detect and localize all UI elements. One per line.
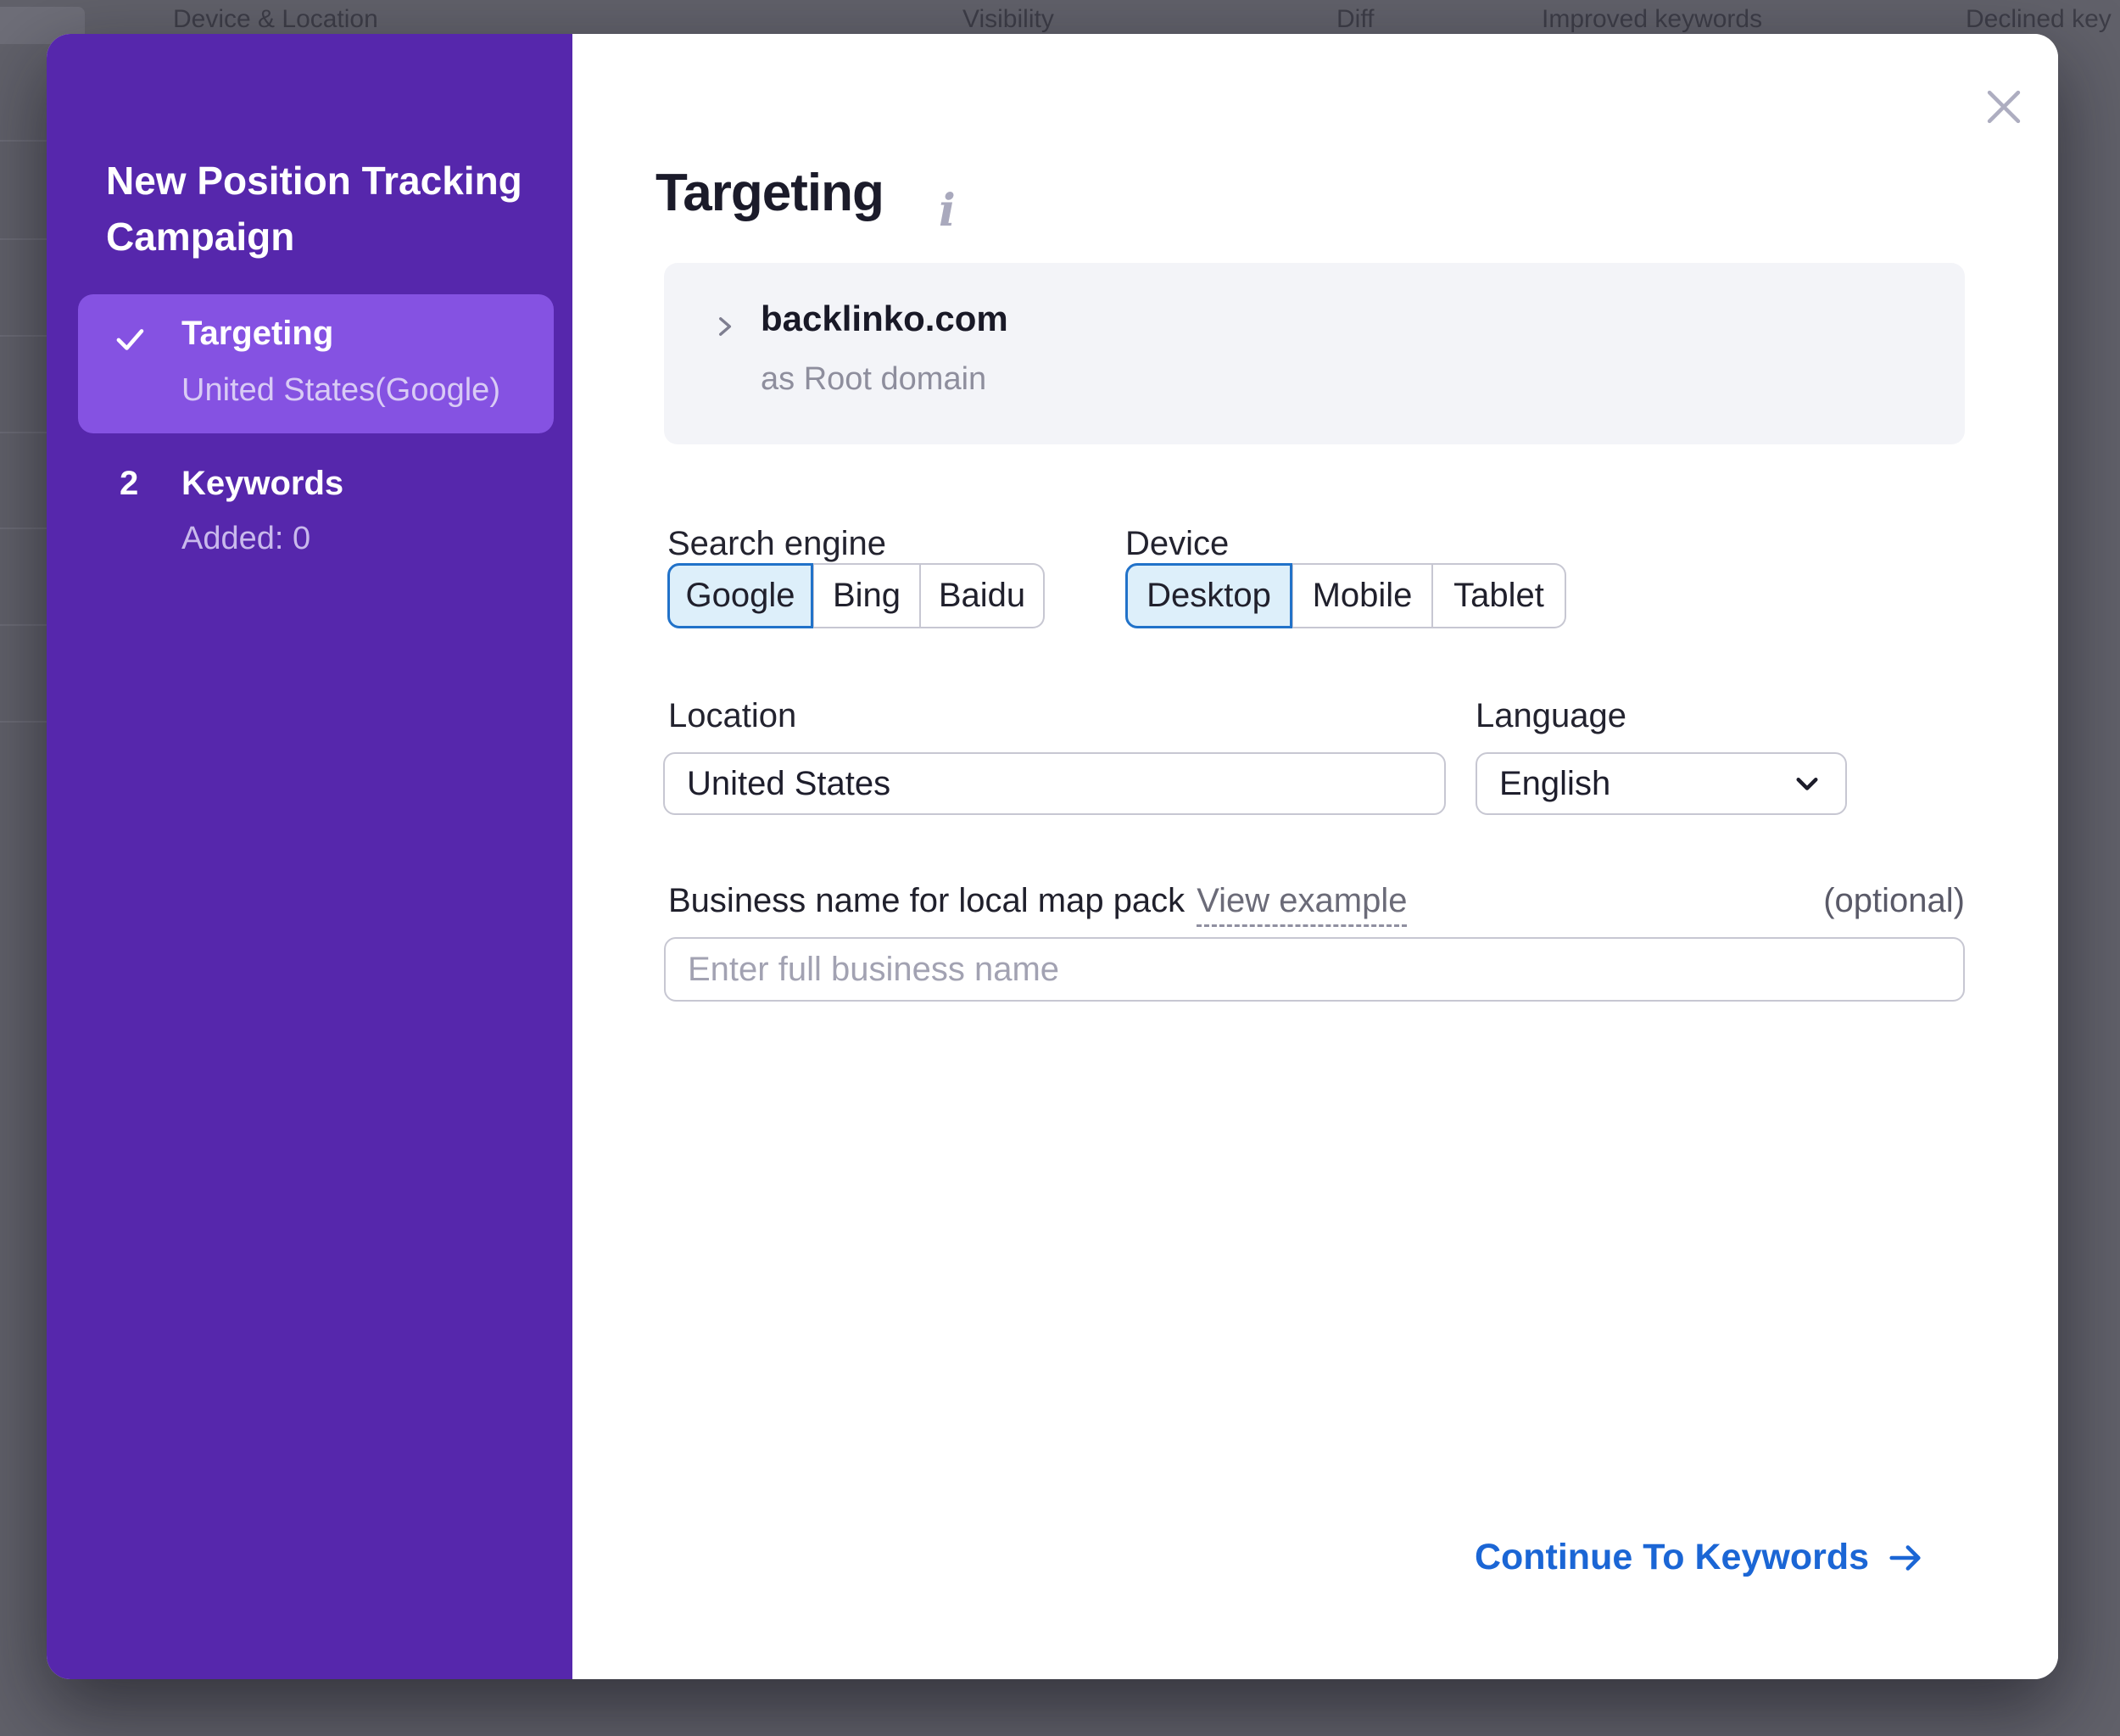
step-targeting-label: Targeting [181, 315, 334, 352]
bg-row-divider [0, 335, 47, 337]
step-keywords-label: Keywords [181, 465, 344, 502]
bg-row-divider [0, 624, 47, 626]
domain-scope: as Root domain [761, 361, 987, 397]
chevron-right-icon [719, 317, 732, 336]
search-engine-option-google[interactable]: Google [667, 563, 813, 628]
bg-row-divider [0, 432, 47, 433]
step-targeting-sublabel: United States(Google) [181, 372, 500, 408]
bg-column-declined: Declined key [1966, 5, 2112, 33]
step-keywords-number: 2 [120, 465, 139, 502]
arrow-right-icon [1889, 1544, 1921, 1571]
search-engine-segmented-control: Google Bing Baidu [667, 563, 1045, 628]
location-input[interactable] [663, 752, 1446, 815]
optional-note: (optional) [1823, 882, 1965, 919]
continue-to-keywords-button[interactable]: Continue To Keywords [1475, 1537, 1925, 1578]
bg-row-divider [0, 238, 47, 240]
search-engine-option-baidu[interactable]: Baidu [920, 563, 1045, 628]
language-label: Language [1476, 697, 1626, 734]
new-campaign-modal: New Position Tracking Campaign Targeting… [47, 34, 2058, 1679]
language-select[interactable]: English [1476, 752, 1847, 815]
search-engine-option-bing[interactable]: Bing [813, 563, 920, 628]
bg-row-divider [0, 140, 47, 142]
close-icon[interactable] [1982, 85, 2026, 129]
wizard-step-keywords[interactable]: 2 Keywords Added: 0 [78, 458, 554, 594]
device-option-tablet[interactable]: Tablet [1432, 563, 1566, 628]
bg-column-improved: Improved keywords [1542, 5, 1763, 33]
targeting-panel: Targeting i backlinko.com as Root domain… [572, 34, 2058, 1679]
bg-column-visibility: Visibility [962, 5, 1054, 33]
location-label: Location [668, 697, 797, 734]
panel-title: Targeting [656, 164, 884, 222]
device-option-desktop[interactable]: Desktop [1125, 563, 1292, 628]
language-selected-value: English [1499, 764, 1611, 802]
domain-name: backlinko.com [761, 299, 1008, 338]
business-name-label-row: Business name for local map pack View ex… [668, 882, 1965, 927]
info-icon[interactable]: i [939, 185, 956, 237]
domain-summary-box[interactable]: backlinko.com as Root domain [664, 263, 1965, 444]
search-engine-label: Search engine [667, 525, 886, 562]
wizard-step-targeting[interactable]: Targeting United States(Google) [78, 294, 554, 433]
check-icon [116, 329, 144, 350]
wizard-sidebar: New Position Tracking Campaign Targeting… [47, 34, 572, 1679]
view-example-link[interactable]: View example [1197, 882, 1408, 927]
bg-row-divider [0, 527, 47, 529]
chevron-down-icon [1796, 778, 1818, 790]
device-segmented-control: Desktop Mobile Tablet [1125, 563, 1566, 628]
continue-label: Continue To Keywords [1474, 1537, 1869, 1577]
bg-row-divider [0, 721, 47, 723]
device-option-mobile[interactable]: Mobile [1292, 563, 1432, 628]
bg-column-device-location: Device & Location [173, 5, 378, 33]
device-label: Device [1125, 525, 1230, 562]
bg-column-diff: Diff [1336, 5, 1375, 33]
step-keywords-sublabel: Added: 0 [181, 521, 311, 556]
wizard-title: New Position Tracking Campaign [106, 159, 522, 259]
business-name-input[interactable] [664, 937, 1965, 1002]
business-name-label: Business name for local map pack [668, 882, 1186, 919]
